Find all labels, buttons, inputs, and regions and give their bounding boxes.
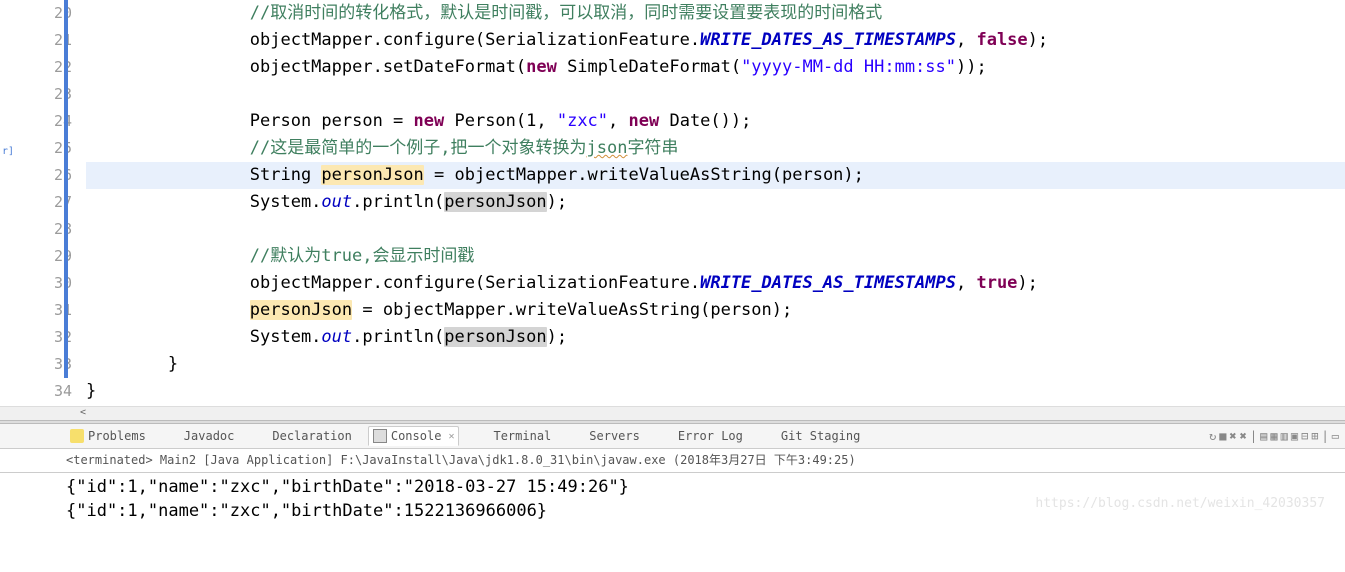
toolbar-icon[interactable]: ▭ xyxy=(1332,429,1339,443)
toolbar-icon[interactable]: ▥ xyxy=(1281,429,1288,443)
horizontal-scrollbar[interactable]: < xyxy=(0,406,1345,420)
view-tab-label: Problems xyxy=(88,429,146,443)
decl-icon xyxy=(254,429,268,443)
code-line[interactable] xyxy=(86,216,1345,243)
toolbar-icon[interactable]: ✖ xyxy=(1229,429,1236,443)
view-tab-javadoc[interactable]: Javadoc xyxy=(162,427,239,445)
view-tab-git-staging[interactable]: Git Staging xyxy=(759,427,864,445)
watermark: https://blog.csdn.net/weixin_42030357 xyxy=(1035,496,1325,511)
code-line[interactable]: System.out.println(personJson); xyxy=(86,189,1345,216)
console-icon xyxy=(373,429,387,443)
code-line[interactable] xyxy=(86,81,1345,108)
view-tab-label: Terminal xyxy=(493,429,551,443)
view-tab-servers[interactable]: Servers xyxy=(567,427,644,445)
line-number-gutter: 202122232425262728293031323334 xyxy=(22,0,78,406)
code-line[interactable]: String personJson = objectMapper.writeVa… xyxy=(86,162,1345,189)
toolbar-icon[interactable]: ▣ xyxy=(1291,429,1298,443)
code-line[interactable]: Person person = new Person(1, "zxc", new… xyxy=(86,108,1345,135)
terminal-icon xyxy=(475,429,489,443)
views-tabbar: Problems Javadoc Declaration Console ✕ Termin… xyxy=(0,424,1345,449)
servers-icon xyxy=(571,429,585,443)
code-line[interactable]: //取消时间的转化格式，默认是时间戳，可以取消，同时需要设置要表现的时间格式 xyxy=(86,0,1345,27)
toolbar-icon[interactable]: ✖ xyxy=(1240,429,1247,443)
git-icon xyxy=(763,429,777,443)
scroll-left-icon[interactable]: < xyxy=(80,407,86,418)
console-toolbar: ↻■✖✖|▤▦▥▣⊟⊞|▭ xyxy=(1209,429,1345,443)
line-number: 34 xyxy=(22,378,72,405)
view-tab-terminal[interactable]: Terminal xyxy=(471,427,555,445)
toolbar-icon[interactable]: ↻ xyxy=(1209,429,1216,443)
toolbar-icon[interactable]: | xyxy=(1250,429,1257,443)
view-tab-declaration[interactable]: Declaration xyxy=(250,427,355,445)
problems-icon xyxy=(70,429,84,443)
left-margin xyxy=(0,0,22,406)
code-line[interactable]: } xyxy=(86,351,1345,378)
close-icon[interactable]: ✕ xyxy=(448,431,454,442)
outline-label: r] xyxy=(2,146,14,157)
code-line[interactable]: objectMapper.configure(SerializationFeat… xyxy=(86,27,1345,54)
javadoc-icon xyxy=(166,429,180,443)
code-line[interactable]: } xyxy=(86,378,1345,405)
code-line[interactable]: objectMapper.setDateFormat(new SimpleDat… xyxy=(86,54,1345,81)
code-line[interactable]: //这是最简单的一个例子,把一个对象转换为json字符串 xyxy=(86,135,1345,162)
toolbar-icon[interactable]: ▦ xyxy=(1270,429,1277,443)
view-tab-error-log[interactable]: Error Log xyxy=(656,427,747,445)
toolbar-icon[interactable]: ⊟ xyxy=(1301,429,1308,443)
view-tab-label: Declaration xyxy=(272,429,351,443)
view-tab-problems[interactable]: Problems xyxy=(66,427,150,445)
change-marker xyxy=(64,0,68,378)
view-tab-label: Git Staging xyxy=(781,429,860,443)
code-line[interactable]: //默认为true,会显示时间戳 xyxy=(86,243,1345,270)
view-tab-console[interactable]: Console ✕ xyxy=(368,426,460,446)
view-tab-label: Javadoc xyxy=(184,429,235,443)
view-tab-label: Console xyxy=(391,429,442,443)
code-line[interactable]: personJson = objectMapper.writeValueAsSt… xyxy=(86,297,1345,324)
view-tab-label: Servers xyxy=(589,429,640,443)
code-content[interactable]: //取消时间的转化格式，默认是时间戳，可以取消，同时需要设置要表现的时间格式 o… xyxy=(78,0,1345,406)
error-icon xyxy=(660,429,674,443)
toolbar-icon[interactable]: | xyxy=(1322,429,1329,443)
terminated-label: <terminated> Main2 [Java Application] F:… xyxy=(0,449,1345,473)
view-tab-label: Error Log xyxy=(678,429,743,443)
toolbar-icon[interactable]: ■ xyxy=(1219,429,1226,443)
code-editor[interactable]: 202122232425262728293031323334 //取消时间的转化… xyxy=(0,0,1345,420)
code-line[interactable]: System.out.println(personJson); xyxy=(86,324,1345,351)
code-line[interactable]: objectMapper.configure(SerializationFeat… xyxy=(86,270,1345,297)
toolbar-icon[interactable]: ▤ xyxy=(1260,429,1267,443)
toolbar-icon[interactable]: ⊞ xyxy=(1311,429,1318,443)
